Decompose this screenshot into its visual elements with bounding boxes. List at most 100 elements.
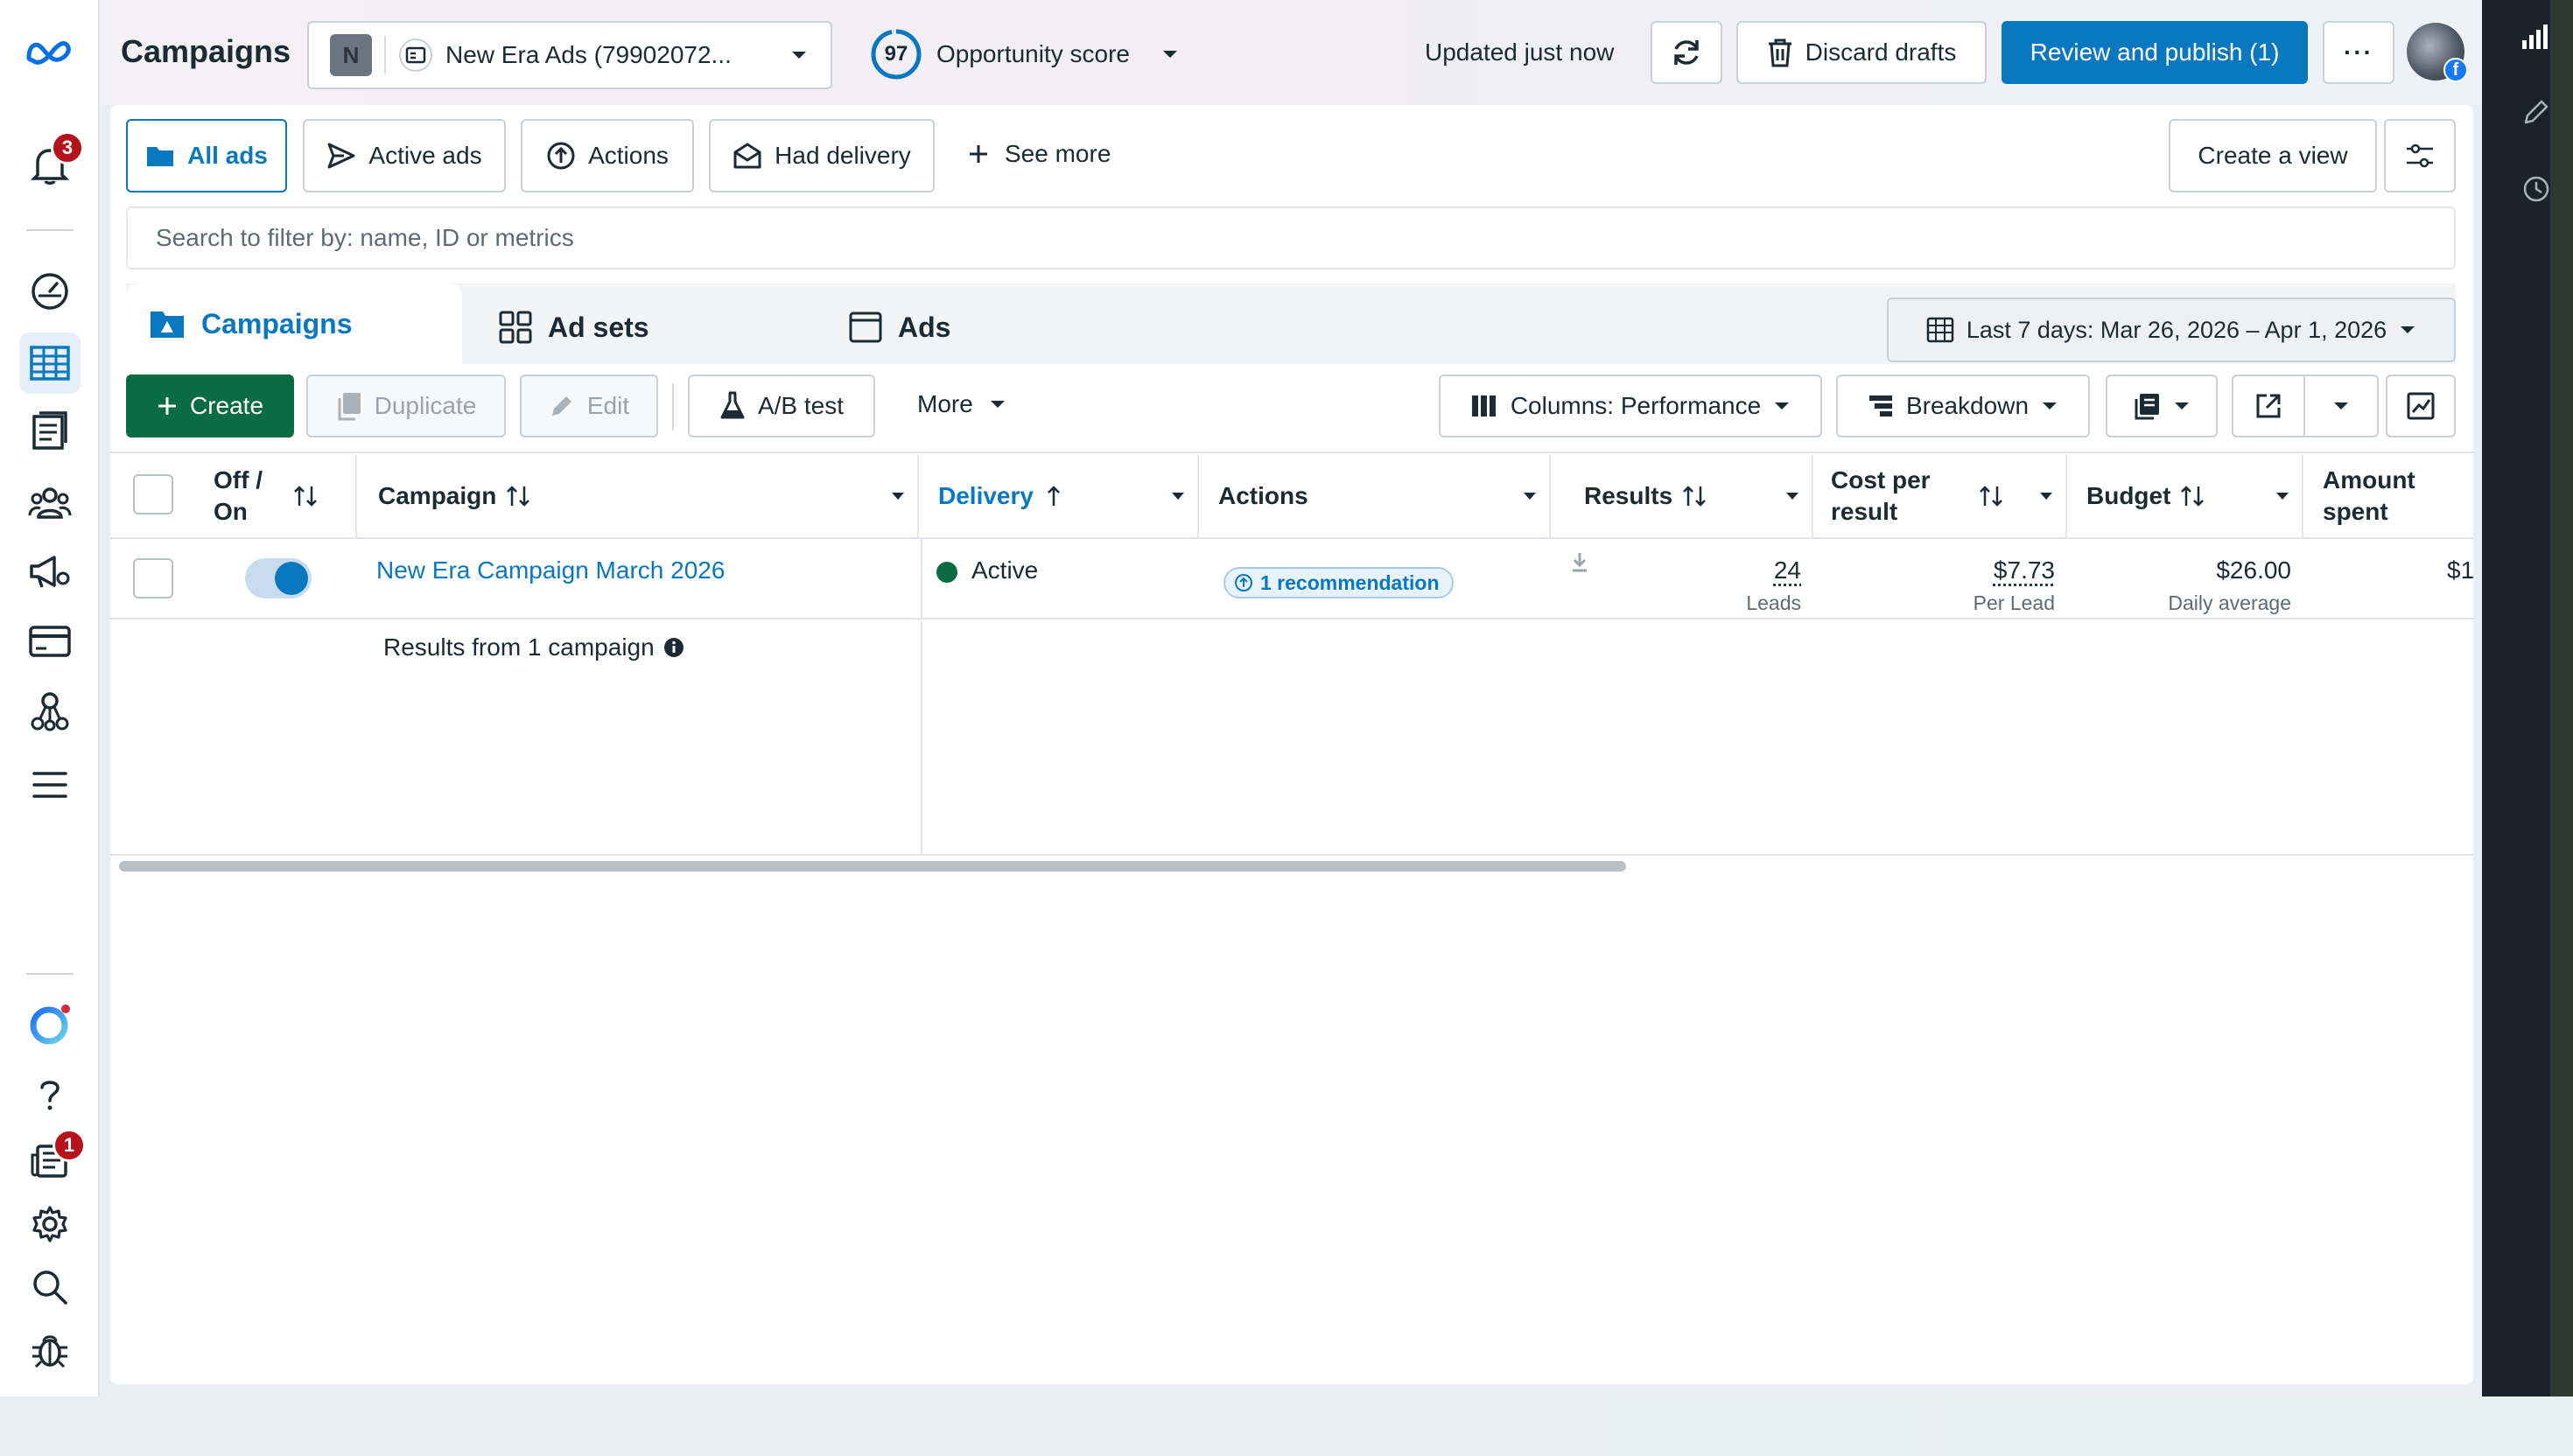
row-select-checkbox[interactable] [133, 558, 173, 598]
row-border [110, 618, 2473, 620]
view-tab-actions[interactable]: Actions [521, 119, 694, 192]
column-header-label: Actions [1218, 482, 1308, 509]
charts-button[interactable] [2386, 374, 2456, 438]
create-a-view-button[interactable]: Create a view [2169, 119, 2377, 192]
news-feed-icon[interactable]: 1 [19, 1129, 86, 1192]
campaigns-megaphone-icon[interactable] [19, 541, 81, 602]
cost-per-result-value[interactable]: $7.73 [1994, 556, 2055, 584]
audiences-people-icon[interactable] [19, 472, 81, 534]
info-icon[interactable] [663, 637, 684, 658]
opportunity-score-ring[interactable]: 97 [870, 28, 922, 80]
export-icon[interactable] [2233, 376, 2305, 436]
sort-arrows-icon[interactable] [292, 485, 319, 508]
reports-icon [2133, 392, 2161, 420]
opportunity-score-label[interactable]: Opportunity score [936, 40, 1130, 68]
view-tab-active-ads[interactable]: Active ads [303, 119, 506, 192]
tab-ads[interactable]: Ads [826, 290, 1162, 364]
help-question-icon[interactable] [19, 1064, 81, 1125]
see-more-views-button[interactable]: See more [968, 140, 1111, 168]
discard-drafts-button[interactable]: Discard drafts [1736, 21, 1987, 84]
column-header-cost-per-result[interactable]: Cost per result [1815, 455, 2067, 537]
calendar-grid-icon [1926, 317, 1954, 343]
refresh-button[interactable] [1651, 21, 1722, 84]
column-header-campaign[interactable]: Campaign [359, 455, 919, 537]
campaign-toggle[interactable] [245, 558, 312, 598]
column-header-actions[interactable]: Actions [1201, 455, 1551, 537]
create-button[interactable]: Create [126, 374, 294, 438]
select-all-checkbox[interactable] [133, 474, 173, 514]
budget-value[interactable]: $26.00 [2216, 556, 2291, 584]
billing-card-icon[interactable] [19, 611, 81, 672]
trend-chart-icon [2407, 392, 2435, 420]
create-label: Create [189, 392, 264, 419]
customize-views-button[interactable] [2384, 119, 2456, 192]
ads-manager-table-icon[interactable] [19, 332, 81, 394]
sort-arrows-icon[interactable] [1681, 485, 1707, 508]
reports-dropdown[interactable] [2106, 374, 2218, 438]
more-options-button[interactable]: ··· [2323, 21, 2394, 84]
column-header-delivery[interactable]: Delivery [921, 455, 1199, 537]
breakdown-dropdown[interactable]: Breakdown [1836, 374, 2090, 438]
results-value[interactable]: 24 [1774, 556, 1801, 584]
tab-ad-sets[interactable]: Ad sets [476, 290, 812, 364]
chevron-down-icon[interactable] [1161, 49, 1179, 60]
sort-arrows-icon[interactable] [2179, 485, 2205, 508]
profile-avatar[interactable]: f [2407, 23, 2468, 82]
ab-test-button[interactable]: A/B test [688, 374, 875, 438]
cost-per-result-unit: Per Lead [1973, 592, 2055, 614]
edit-button[interactable]: Edit [520, 374, 658, 438]
history-clock-icon[interactable] [2522, 175, 2550, 203]
view-tab-all-ads[interactable]: All ads [126, 119, 287, 192]
column-header-label: Delivery [938, 482, 1034, 509]
campaign-folder-icon [149, 308, 186, 340]
column-menu-caret-icon[interactable] [2039, 492, 2053, 500]
horizontal-scrollbar[interactable] [119, 861, 1626, 872]
duplicate-button[interactable]: Duplicate [306, 374, 506, 438]
export-split-button[interactable] [2232, 374, 2379, 438]
column-menu-caret-icon[interactable] [2275, 492, 2289, 500]
date-range-picker[interactable]: Last 7 days: Mar 26, 2026 – Apr 1, 2026 [1887, 298, 2456, 362]
tab-campaigns[interactable]: Campaigns [126, 284, 462, 364]
meta-ai-icon[interactable] [19, 994, 81, 1055]
duplicate-label: Duplicate [374, 392, 477, 419]
account-avatar: N [330, 34, 372, 76]
table-row[interactable]: New Era Campaign March 2026 Active 1 rec… [110, 539, 2473, 618]
notifications-bell-icon[interactable]: 3 [19, 131, 84, 196]
column-header-label: Campaign [378, 482, 497, 509]
column-header-off-on[interactable]: Off / On [194, 455, 357, 537]
business-network-icon[interactable] [19, 681, 81, 742]
column-menu-caret-icon[interactable] [1171, 492, 1185, 500]
settings-gear-icon[interactable] [19, 1194, 81, 1255]
pages-document-icon[interactable] [19, 401, 81, 462]
dashboard-gauge-icon[interactable] [19, 261, 81, 322]
recommendation-pill[interactable]: 1 recommendation [1223, 567, 1454, 598]
column-menu-caret-icon[interactable] [891, 492, 905, 500]
columns-dropdown[interactable]: Columns: Performance [1439, 374, 1822, 438]
column-header-amount-spent[interactable]: Amount spent [2305, 455, 2473, 537]
column-menu-caret-icon[interactable] [1785, 492, 1799, 500]
sort-arrows-icon[interactable] [505, 485, 531, 508]
column-header-label: Amount spent [2323, 466, 2415, 525]
toggle-knob [275, 562, 308, 595]
chevron-down-icon[interactable] [2305, 376, 2377, 436]
column-menu-caret-icon[interactable] [1523, 492, 1537, 500]
more-actions-dropdown[interactable]: More [917, 390, 1006, 418]
report-bug-icon[interactable] [19, 1320, 81, 1381]
column-header-results[interactable]: Results [1553, 455, 1813, 537]
search-icon[interactable] [19, 1256, 81, 1318]
column-header-budget[interactable]: Budget [2069, 455, 2303, 537]
review-and-publish-button[interactable]: Review and publish (1) [2002, 21, 2308, 84]
view-tab-label: All ads [187, 142, 268, 169]
edit-pencil-icon[interactable] [2522, 98, 2550, 126]
meta-logo-icon[interactable] [19, 21, 81, 82]
campaign-name-link[interactable]: New Era Campaign March 2026 [376, 556, 725, 584]
bar-chart-icon[interactable] [2520, 23, 2550, 51]
ad-account-selector[interactable]: N New Era Ads (79902072... [307, 21, 832, 89]
view-tab-had-delivery[interactable]: Had delivery [709, 119, 935, 192]
search-input[interactable]: Search to filter by: name, ID or metrics [126, 206, 2456, 270]
download-icon[interactable] [1570, 551, 1589, 574]
chevron-down-icon [2173, 401, 2191, 411]
all-tools-menu-icon[interactable] [19, 754, 81, 816]
sort-ascending-icon[interactable] [1046, 485, 1062, 508]
sort-arrows-icon[interactable] [1978, 485, 2004, 508]
